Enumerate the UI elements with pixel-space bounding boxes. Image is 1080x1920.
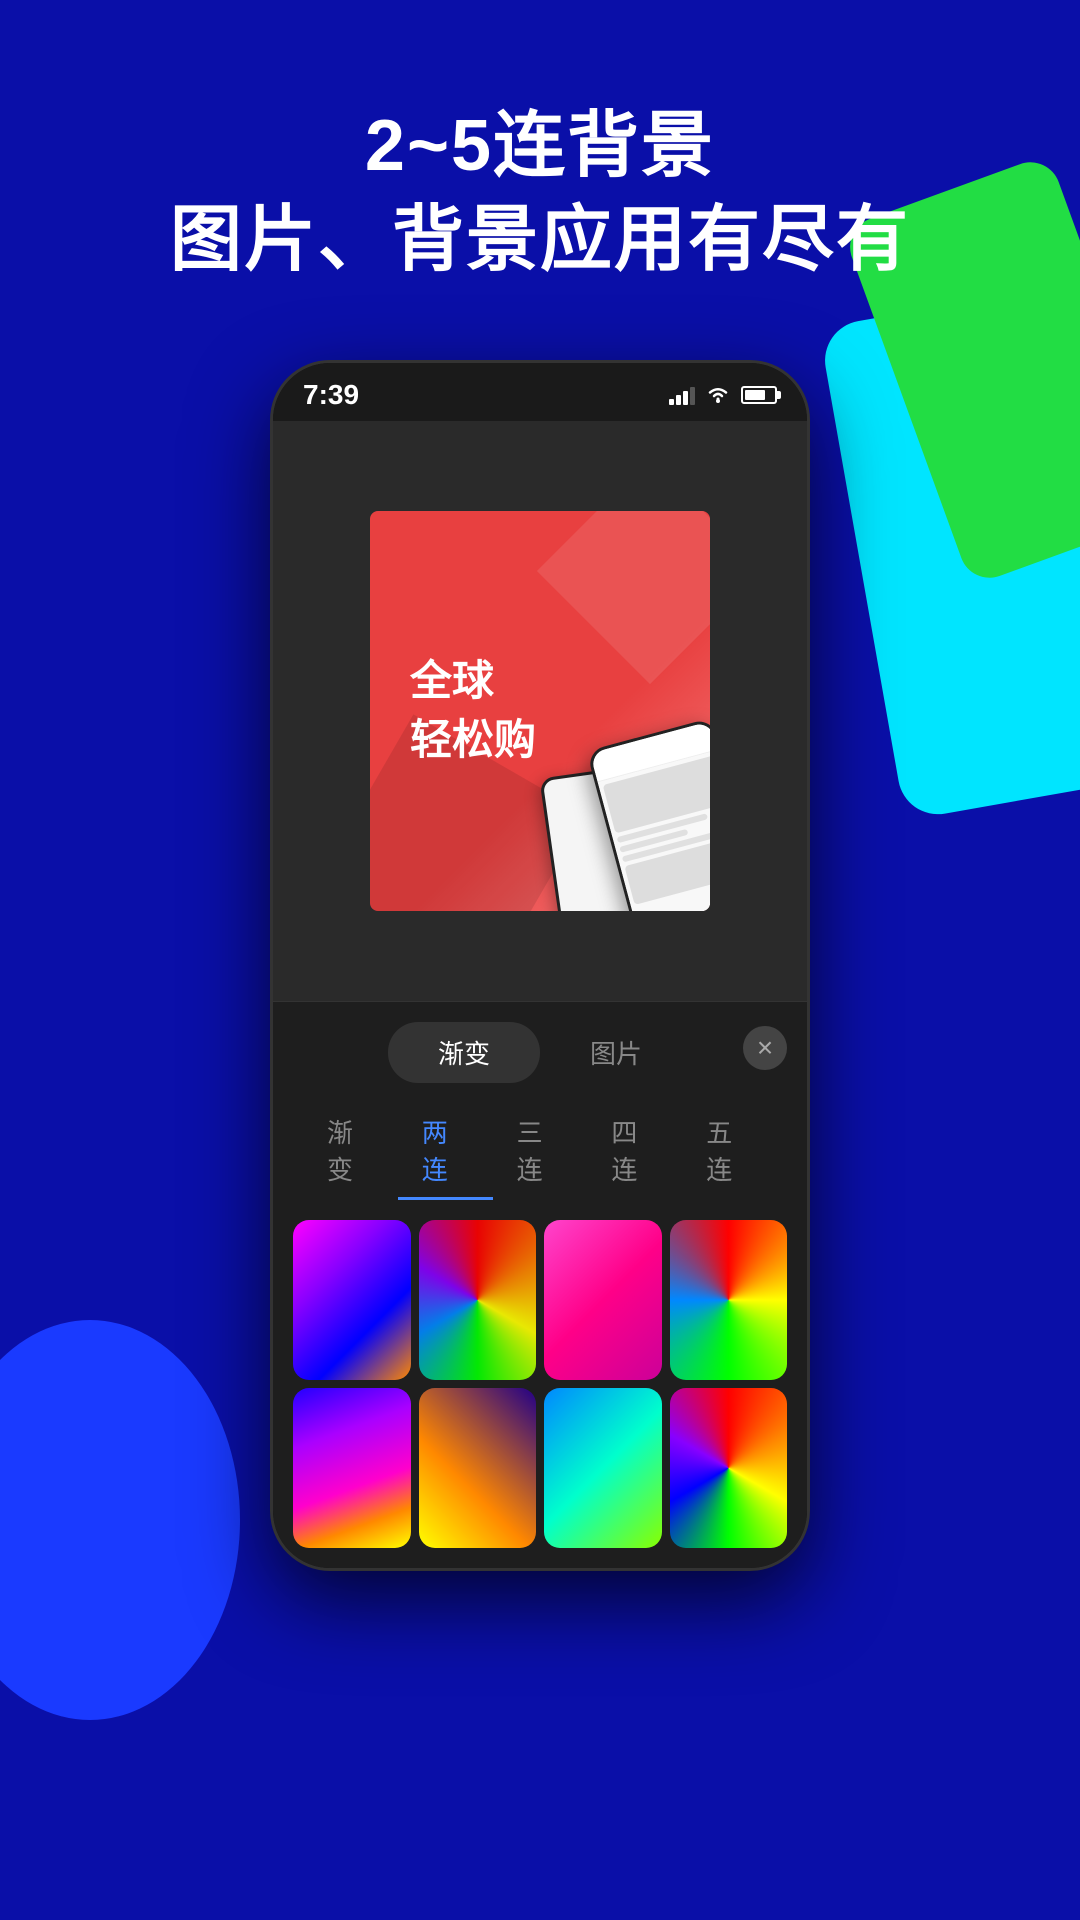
gradient-item-6[interactable] [419, 1388, 537, 1548]
sub-tab-gradient[interactable]: 渐变 [303, 1103, 398, 1200]
close-button[interactable]: × [743, 1026, 787, 1070]
gradient-item-5[interactable] [293, 1388, 411, 1548]
card-line1: 全球 [410, 652, 536, 711]
gradient-item-1[interactable] [293, 1220, 411, 1380]
header-title-line1: 2~5连背景 [0, 100, 1080, 194]
gradient-item-4[interactable] [670, 1220, 788, 1380]
phone-content-area: 全球 轻松购 [273, 421, 807, 1001]
preview-card: 全球 轻松购 [370, 511, 710, 911]
gradient-item-2[interactable] [419, 1220, 537, 1380]
header-title-line2: 图片、背景应用有尽有 [0, 194, 1080, 288]
signal-icon [669, 385, 695, 405]
sub-tab-four[interactable]: 四连 [587, 1103, 682, 1200]
battery-icon [741, 386, 777, 404]
bg-shape-blue-left [0, 1320, 240, 1720]
tab-bar: 渐变 图片 × [273, 1002, 807, 1093]
status-bar: 7:39 [273, 363, 807, 421]
status-icons [669, 385, 777, 405]
gradient-item-8[interactable] [670, 1388, 788, 1548]
tab-image[interactable]: 图片 [540, 1022, 692, 1083]
sub-tab-three[interactable]: 三连 [493, 1103, 588, 1200]
sub-tab-two[interactable]: 两连 [398, 1103, 493, 1200]
header-section: 2~5连背景 图片、背景应用有尽有 [0, 100, 1080, 287]
card-text: 全球 轻松购 [410, 652, 536, 770]
bottom-panel: 渐变 图片 × 渐变 两连 三连 四连 五连 [273, 1001, 807, 1568]
wifi-icon [705, 385, 731, 405]
phone-frame: 7:39 [270, 360, 810, 1571]
status-time: 7:39 [303, 379, 359, 411]
sub-tab-five[interactable]: 五连 [682, 1103, 777, 1200]
gradient-item-7[interactable] [544, 1388, 662, 1548]
tab-gradient[interactable]: 渐变 [388, 1022, 540, 1083]
sub-tab-bar: 渐变 两连 三连 四连 五连 [273, 1093, 807, 1220]
gradient-grid [273, 1220, 807, 1568]
close-icon: × [757, 1034, 773, 1062]
gradient-item-3[interactable] [544, 1220, 662, 1380]
card-line2: 轻松购 [410, 711, 536, 770]
phone-mockup: 7:39 [270, 360, 810, 1571]
